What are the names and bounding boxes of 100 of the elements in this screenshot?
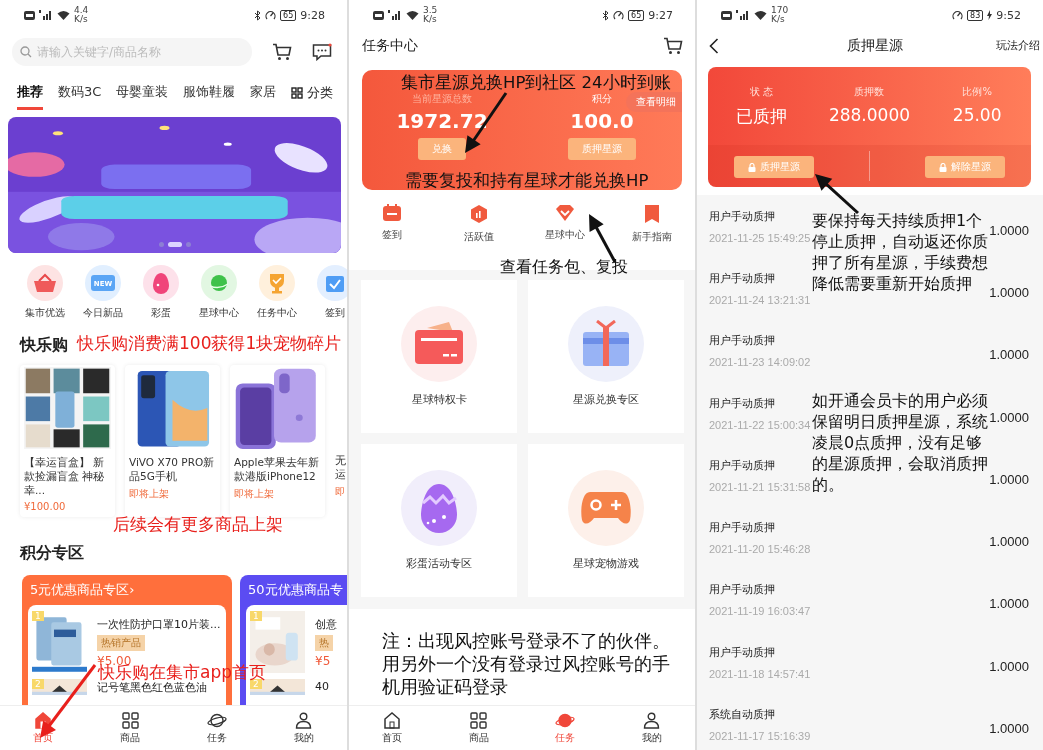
- product-card[interactable]: Apple苹果去年新款港版iPhone12 即将上架: [230, 365, 325, 517]
- stat-label: 比例%: [962, 85, 992, 99]
- item-tag: 热销产品: [97, 635, 145, 651]
- hd-icon: [373, 10, 384, 20]
- carousel-dot[interactable]: [158, 242, 164, 247]
- annotation-text: 需要复投和持有星球才能兑换HP: [405, 170, 649, 191]
- record-title: 用户手动质押: [709, 457, 775, 473]
- points-label: 积分: [592, 92, 612, 106]
- record-amount: 1.0000: [989, 720, 1029, 736]
- record-time: 2021-11-20 15:46:28: [709, 543, 811, 556]
- category-button[interactable]: 分类: [291, 84, 347, 102]
- category-tab[interactable]: 家居: [250, 76, 277, 110]
- nav-tab[interactable]: 我的: [608, 706, 695, 750]
- stat-value: 288.0000: [828, 105, 911, 125]
- clock-time: 9:52: [996, 8, 1021, 22]
- record-title: 用户手动质押: [709, 270, 775, 286]
- product-title: ViVO X70 PRO新品5G手机: [129, 455, 216, 483]
- message-icon[interactable]: [312, 43, 332, 61]
- item-title: 记号笔黑色红色蓝色油: [97, 681, 207, 695]
- cart-icon[interactable]: [272, 43, 292, 61]
- record-time: 2021-11-25 15:49:25: [709, 231, 811, 244]
- back-icon[interactable]: [709, 38, 719, 54]
- gamepad-icon: [580, 490, 632, 526]
- record-amount: 1.0000: [989, 470, 1029, 487]
- quick-link[interactable]: 签到: [349, 204, 436, 262]
- feature-card[interactable]: 星球特权卡: [361, 280, 517, 433]
- wifi-icon: [754, 10, 767, 20]
- annotation-text: 查看任务包、复投: [500, 257, 628, 278]
- grid-icon: [121, 711, 139, 729]
- record-amount: 1.0000: [989, 221, 1029, 238]
- product-title: Apple苹果去年新款港版iPhone12: [234, 455, 320, 483]
- clock-time: 9:28: [300, 8, 325, 22]
- grid-icon: [291, 87, 303, 99]
- battery-level: 65: [628, 9, 645, 21]
- category-tab[interactable]: 推荐: [17, 76, 43, 110]
- shortcut-item[interactable]: 集市优选: [16, 265, 74, 327]
- help-link[interactable]: 玩法介绍: [996, 39, 1040, 53]
- gift-icon: [581, 320, 631, 368]
- page-title: 任务中心: [362, 37, 418, 55]
- calendar-icon: [382, 204, 403, 222]
- product-title: 无运: [335, 453, 347, 481]
- item-tag: 热: [315, 635, 333, 651]
- hd-icon: [721, 10, 732, 20]
- shortcut-item[interactable]: 任务中心: [248, 265, 306, 327]
- category-tab[interactable]: 母婴童装: [116, 76, 169, 110]
- shortcut-item[interactable]: 彩蛋: [132, 265, 190, 327]
- clock-time: 9:27: [648, 8, 673, 22]
- lock-icon: [748, 162, 756, 172]
- signal-icon: [39, 10, 53, 20]
- person-icon: [295, 711, 313, 729]
- zone-title[interactable]: 50元优惠商品专: [240, 575, 347, 605]
- planet-icon: [207, 273, 231, 293]
- product-title: 【幸运盲盒】 新款捡漏盲盒 神秘幸...: [24, 455, 106, 497]
- item-title: 创意: [315, 617, 337, 632]
- nav-tab[interactable]: 任务: [173, 706, 261, 750]
- lock-icon: [939, 162, 947, 172]
- record-amount: 1.0000: [989, 346, 1029, 363]
- nav-tab[interactable]: 商品: [86, 706, 174, 750]
- record-time: 2021-11-21 15:31:58: [709, 480, 811, 493]
- cart-icon[interactable]: [663, 37, 683, 55]
- annotation-text: 注：出现风控账号登录不了的伙伴。用另外一个没有登录过风控账号的手机用验证码登录: [382, 630, 671, 699]
- record-time: 2021-11-22 15:00:34: [709, 418, 811, 431]
- nav-tab[interactable]: 首页: [349, 706, 436, 750]
- feature-card[interactable]: 星源兑换专区: [528, 280, 684, 433]
- wifi-icon: [406, 10, 419, 20]
- rank-badge: 1: [250, 611, 262, 621]
- arrow: [815, 174, 859, 215]
- signal-icon: [388, 10, 402, 20]
- item-title: 一次性防护口罩10片装...: [97, 617, 221, 632]
- nav-tab[interactable]: 任务: [522, 706, 609, 750]
- annotation-text: 集市星源兑换HP到社区 24小时到账: [401, 72, 671, 93]
- annotation-text: 快乐购消费满100获得1块宠物碎片: [77, 333, 342, 354]
- rank-badge: 2: [250, 679, 262, 689]
- stat-value: 已质押: [736, 105, 788, 128]
- product-price: ¥100.00: [24, 501, 67, 512]
- hd-icon: [24, 10, 35, 20]
- feature-card[interactable]: 星球宠物游戏: [528, 444, 684, 597]
- record-amount: 1.0000: [989, 408, 1029, 425]
- record-title: 用户手动质押: [709, 582, 775, 598]
- home-icon: [383, 711, 402, 729]
- item-price: ¥5: [315, 654, 332, 668]
- feature-card[interactable]: 彩蛋活动专区: [361, 444, 517, 597]
- record-title: 用户手动质押: [709, 208, 775, 224]
- record-title: 系统自动质押: [709, 707, 775, 722]
- stat-value: 25.00: [952, 105, 1002, 125]
- shortcut-item[interactable]: 星球中心: [190, 265, 248, 327]
- annotation-text: 后续会有更多商品上架: [113, 514, 283, 535]
- annotation-text: 要保持每天持续质押1个停止质押，自动返还你质押了所有星源，手续费想降低需要重新开始质押: [812, 210, 988, 294]
- carousel-dot[interactable]: [185, 242, 191, 247]
- category-tab[interactable]: 服饰鞋履: [183, 76, 236, 110]
- record-title: 用户手动质押: [709, 395, 775, 411]
- wifi-icon: [57, 10, 70, 20]
- nav-tab[interactable]: 我的: [260, 706, 347, 750]
- record-title: 用户手动质押: [709, 520, 775, 536]
- planet-icon: [206, 711, 227, 729]
- product-card[interactable]: ViVO X70 PRO新品5G手机 即将上架: [125, 365, 220, 517]
- product-card[interactable]: 【幸运盲盒】 新款捡漏盲盒 神秘幸... ¥100.00: [20, 365, 115, 517]
- category-tab[interactable]: 数码3C: [58, 76, 102, 110]
- nav-tab[interactable]: 商品: [435, 706, 522, 750]
- network-speed: 4.4 K/s: [74, 6, 89, 24]
